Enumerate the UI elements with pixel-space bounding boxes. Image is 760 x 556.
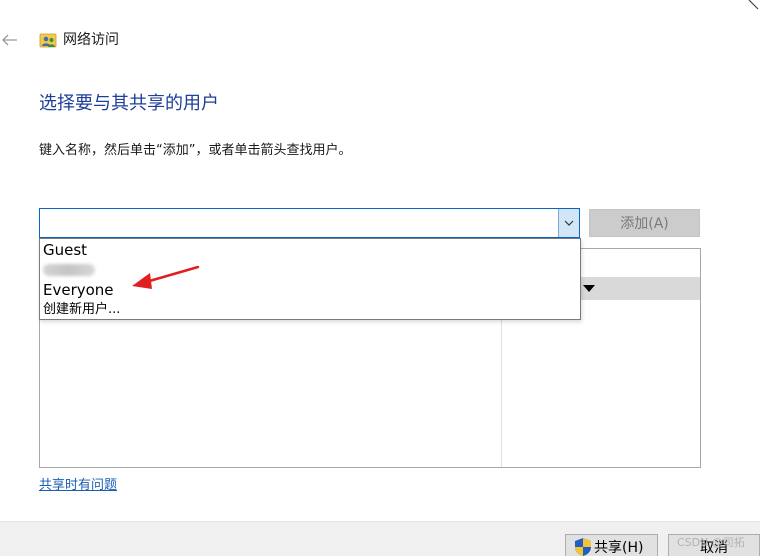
chevron-down-icon — [564, 220, 574, 226]
share-button-label: 共享(H) — [594, 540, 644, 556]
network-access-dialog: 网络访问 选择要与其共享的用户 键入名称，然后单击“添加”，或者单击箭头查找用户… — [0, 0, 760, 556]
instruction-text: 键入名称，然后单击“添加”，或者单击箭头查找用户。 — [39, 143, 352, 158]
sharing-help-link[interactable]: 共享时有问题 — [39, 477, 117, 495]
back-button[interactable] — [0, 30, 20, 50]
network-users-icon — [39, 33, 57, 48]
annotation-arrow — [132, 265, 200, 289]
window-title: 网络访问 — [63, 32, 119, 48]
page-heading: 选择要与其共享的用户 — [39, 93, 219, 114]
dropdown-item-everyone[interactable]: Everyone — [43, 281, 114, 299]
dropdown-item-blurred-user[interactable] — [43, 261, 99, 277]
dropdown-item-guest[interactable]: Guest — [43, 241, 87, 259]
user-dropdown-list[interactable]: Guest Everyone 创建新用户... — [39, 238, 581, 320]
close-icon[interactable] — [736, 0, 760, 14]
permission-dropdown-icon[interactable] — [583, 285, 595, 292]
user-name-input[interactable] — [40, 209, 558, 237]
add-button: 添加(A) — [589, 209, 700, 237]
user-name-combobox[interactable] — [39, 208, 580, 238]
dropdown-item-create-user[interactable]: 创建新用户... — [43, 301, 120, 319]
back-arrow-icon — [2, 34, 17, 46]
watermark: CSDN @司拓 — [677, 536, 745, 549]
uac-shield-icon — [575, 538, 591, 556]
combobox-dropdown-button[interactable] — [558, 209, 579, 237]
blurred-username — [43, 264, 95, 276]
share-button[interactable]: 共享(H) — [565, 534, 658, 556]
